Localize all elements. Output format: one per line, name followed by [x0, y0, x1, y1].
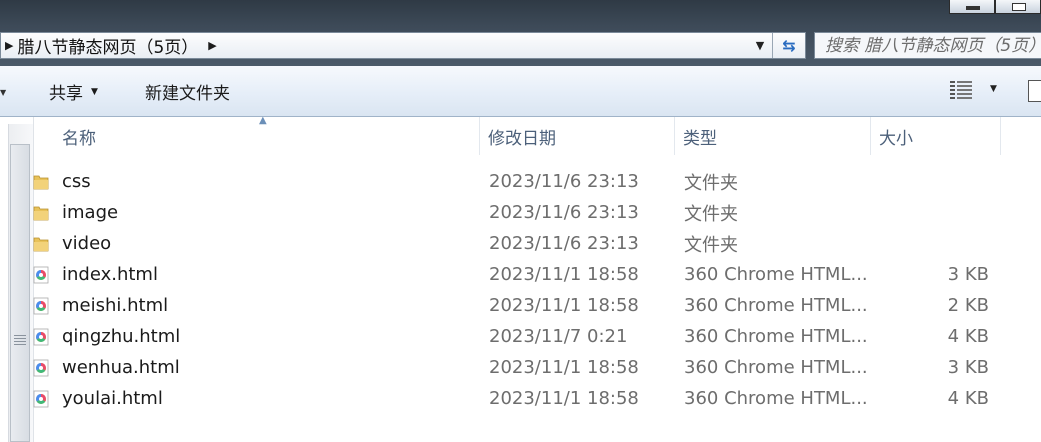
- change-view-button[interactable]: ▼: [950, 80, 997, 99]
- preview-pane-button[interactable]: [1028, 80, 1041, 102]
- folder-icon: [33, 175, 49, 190]
- file-list-header: ▲ 名称 修改日期 类型 大小: [34, 115, 1041, 157]
- search-box[interactable]: [814, 32, 1041, 59]
- details-view-icon: [950, 80, 972, 99]
- column-header-modified[interactable]: 修改日期: [480, 117, 675, 155]
- share-button[interactable]: 共享 ▼: [49, 79, 98, 104]
- file-row[interactable]: qingzhu.html 2023/11/7 0:21 360 Chrome H…: [33, 321, 1041, 352]
- window-controls: [949, 0, 1041, 14]
- breadcrumb-root-arrow-icon[interactable]: ▶: [5, 39, 13, 52]
- file-row[interactable]: video 2023/11/6 23:13 文件夹: [33, 228, 1041, 259]
- file-name: css: [62, 171, 91, 192]
- maximize-button[interactable]: [995, 0, 1041, 14]
- file-name: qingzhu.html: [62, 326, 181, 347]
- organize-dropdown-icon[interactable]: ▼: [0, 88, 6, 97]
- file-name: wenhua.html: [62, 357, 180, 378]
- html-file-icon: [33, 359, 49, 377]
- file-modified: 2023/11/1 18:58: [489, 388, 639, 409]
- view-dropdown-icon[interactable]: ▼: [990, 84, 997, 94]
- file-modified: 2023/11/1 18:58: [489, 264, 639, 285]
- file-modified: 2023/11/6 23:13: [489, 233, 639, 254]
- file-modified: 2023/11/7 0:21: [489, 326, 628, 347]
- file-row[interactable]: css 2023/11/6 23:13 文件夹: [33, 166, 1041, 197]
- breadcrumb-chevron-icon[interactable]: ▶: [208, 39, 216, 52]
- share-dropdown-icon: ▼: [91, 86, 98, 97]
- file-row[interactable]: youlai.html 2023/11/1 18:58 360 Chrome H…: [33, 383, 1041, 414]
- file-name: meishi.html: [62, 295, 169, 316]
- file-modified: 2023/11/1 18:58: [489, 357, 639, 378]
- file-type: 文件夹: [684, 203, 738, 225]
- column-header-name-label: 名称: [62, 128, 96, 149]
- file-size: 3 KB: [947, 264, 989, 285]
- file-modified: 2023/11/6 23:13: [489, 171, 639, 192]
- file-modified: 2023/11/6 23:13: [489, 202, 639, 223]
- file-size: [894, 228, 989, 259]
- file-modified: 2023/11/1 18:58: [489, 295, 639, 316]
- html-file-icon: [33, 390, 49, 408]
- navigation-scrollbar-thumb[interactable]: [10, 144, 30, 442]
- html-file-icon: [33, 297, 49, 315]
- file-size: 4 KB: [947, 326, 989, 347]
- file-type: 360 Chrome HTML...: [684, 357, 868, 378]
- file-type: 360 Chrome HTML...: [684, 295, 868, 316]
- column-header-type[interactable]: 类型: [675, 117, 871, 155]
- title-bar: ▶ 腊八节静态网页（5页） ▶ ▼ ⇆: [0, 0, 1041, 66]
- file-row[interactable]: wenhua.html 2023/11/1 18:58 360 Chrome H…: [33, 352, 1041, 383]
- command-toolbar: ▼ 共享 ▼ 新建文件夹 ▼: [0, 66, 1041, 117]
- file-size: [894, 166, 989, 197]
- column-header-size-label: 大小: [879, 128, 913, 149]
- file-size: [894, 197, 989, 228]
- file-list: css 2023/11/6 23:13 文件夹 image 2023/11/6 …: [33, 166, 1041, 414]
- file-size: 3 KB: [947, 357, 989, 378]
- column-header-type-label: 类型: [683, 128, 717, 149]
- column-header-size[interactable]: 大小: [871, 117, 1001, 155]
- file-type: 360 Chrome HTML...: [684, 264, 868, 285]
- refresh-icon[interactable]: ⇆: [772, 33, 805, 58]
- folder-icon: [33, 237, 49, 252]
- html-file-icon: [33, 266, 49, 284]
- address-history-dropdown-icon[interactable]: ▼: [749, 33, 771, 58]
- share-button-label: 共享: [49, 84, 83, 104]
- file-name: video: [62, 233, 112, 254]
- breadcrumb-current-folder[interactable]: 腊八节静态网页（5页）: [17, 33, 198, 58]
- address-bar[interactable]: ▶ 腊八节静态网页（5页） ▶ ▼ ⇆: [0, 32, 806, 59]
- new-folder-button[interactable]: 新建文件夹: [145, 79, 230, 104]
- file-row[interactable]: meishi.html 2023/11/1 18:58 360 Chrome H…: [33, 290, 1041, 321]
- file-type: 文件夹: [684, 172, 738, 194]
- minimize-button[interactable]: [949, 0, 995, 14]
- new-folder-button-label: 新建文件夹: [145, 84, 230, 104]
- file-name: image: [62, 202, 119, 223]
- folder-icon: [33, 206, 49, 221]
- column-header-modified-label: 修改日期: [488, 128, 556, 149]
- html-file-icon: [33, 328, 49, 346]
- search-input[interactable]: [823, 34, 1041, 57]
- file-row[interactable]: image 2023/11/6 23:13 文件夹: [33, 197, 1041, 228]
- file-row[interactable]: index.html 2023/11/1 18:58 360 Chrome HT…: [33, 259, 1041, 290]
- file-size: 4 KB: [947, 388, 989, 409]
- column-header-name[interactable]: 名称: [54, 117, 480, 155]
- file-type: 文件夹: [684, 234, 738, 256]
- minimize-icon: [966, 6, 980, 10]
- file-name: youlai.html: [62, 388, 163, 409]
- scroll-grip-icon: [14, 335, 26, 347]
- file-type: 360 Chrome HTML...: [684, 326, 868, 347]
- file-size: 2 KB: [947, 295, 989, 316]
- file-type: 360 Chrome HTML...: [684, 388, 868, 409]
- file-name: index.html: [62, 264, 158, 285]
- maximize-icon: [1012, 3, 1026, 11]
